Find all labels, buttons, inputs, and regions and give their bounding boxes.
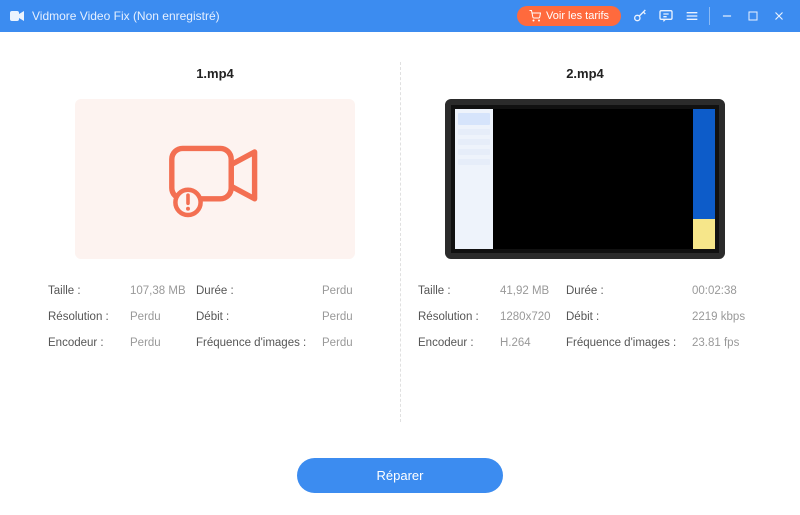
left-info-grid: Taille : 107,38 MB Durée : Perdu Résolut… [42,285,388,349]
right-fps-value: 23.81 fps [692,337,752,349]
repair-button[interactable]: Réparer [297,458,504,493]
feedback-icon[interactable] [653,3,679,29]
right-resolution-label: Résolution : [418,311,494,323]
main-content: 1.mp4 Taille : 107,38 MB Durée : Perdu R… [0,32,800,452]
right-bitrate-label: Débit : [566,311,686,323]
right-fps-label: Fréquence d'images : [566,337,686,349]
right-duration-value: 00:02:38 [692,285,752,297]
maximize-icon[interactable] [740,3,766,29]
titlebar: Vidmore Video Fix (Non enregistré) Voir … [0,0,800,32]
panel-divider [400,62,401,422]
left-size-value: 107,38 MB [130,285,190,297]
right-encoder-label: Encodeur : [418,337,494,349]
pricing-button-label: Voir les tarifs [546,10,609,22]
left-resolution-label: Résolution : [48,311,124,323]
left-bitrate-value: Perdu [322,311,382,323]
minimize-icon[interactable] [714,3,740,29]
right-resolution-value: 1280x720 [500,311,560,323]
sample-file-panel: 2.mp4 Taille : 41,92 MB Durée : 00:02:38… [400,52,770,452]
left-duration-label: Durée : [196,285,316,297]
right-preview [445,99,725,259]
left-preview [75,99,355,259]
right-bitrate-value: 2219 kbps [692,311,752,323]
corrupt-file-panel: 1.mp4 Taille : 107,38 MB Durée : Perdu R… [30,52,400,452]
app-title: Vidmore Video Fix (Non enregistré) [32,9,220,23]
footer: Réparer [0,452,800,493]
right-filename: 2.mp4 [566,66,604,81]
left-filename: 1.mp4 [196,66,234,81]
left-duration-value: Perdu [322,285,382,297]
left-encoder-label: Encodeur : [48,337,124,349]
pricing-button[interactable]: Voir les tarifs [517,6,621,26]
right-info-grid: Taille : 41,92 MB Durée : 00:02:38 Résol… [412,285,758,349]
register-key-icon[interactable] [627,3,653,29]
right-encoder-value: H.264 [500,337,560,349]
right-preview-thumbnail [455,109,715,249]
left-fps-value: Perdu [322,337,382,349]
cart-icon [529,10,541,22]
right-size-value: 41,92 MB [500,285,560,297]
left-bitrate-label: Débit : [196,311,316,323]
left-fps-label: Fréquence d'images : [196,337,316,349]
left-resolution-value: Perdu [130,311,190,323]
left-size-label: Taille : [48,285,124,297]
right-size-label: Taille : [418,285,494,297]
broken-video-icon [160,134,270,224]
close-icon[interactable] [766,3,792,29]
menu-icon[interactable] [679,3,705,29]
right-duration-label: Durée : [566,285,686,297]
left-encoder-value: Perdu [130,337,190,349]
titlebar-divider [709,7,710,25]
app-logo-icon [8,7,26,25]
